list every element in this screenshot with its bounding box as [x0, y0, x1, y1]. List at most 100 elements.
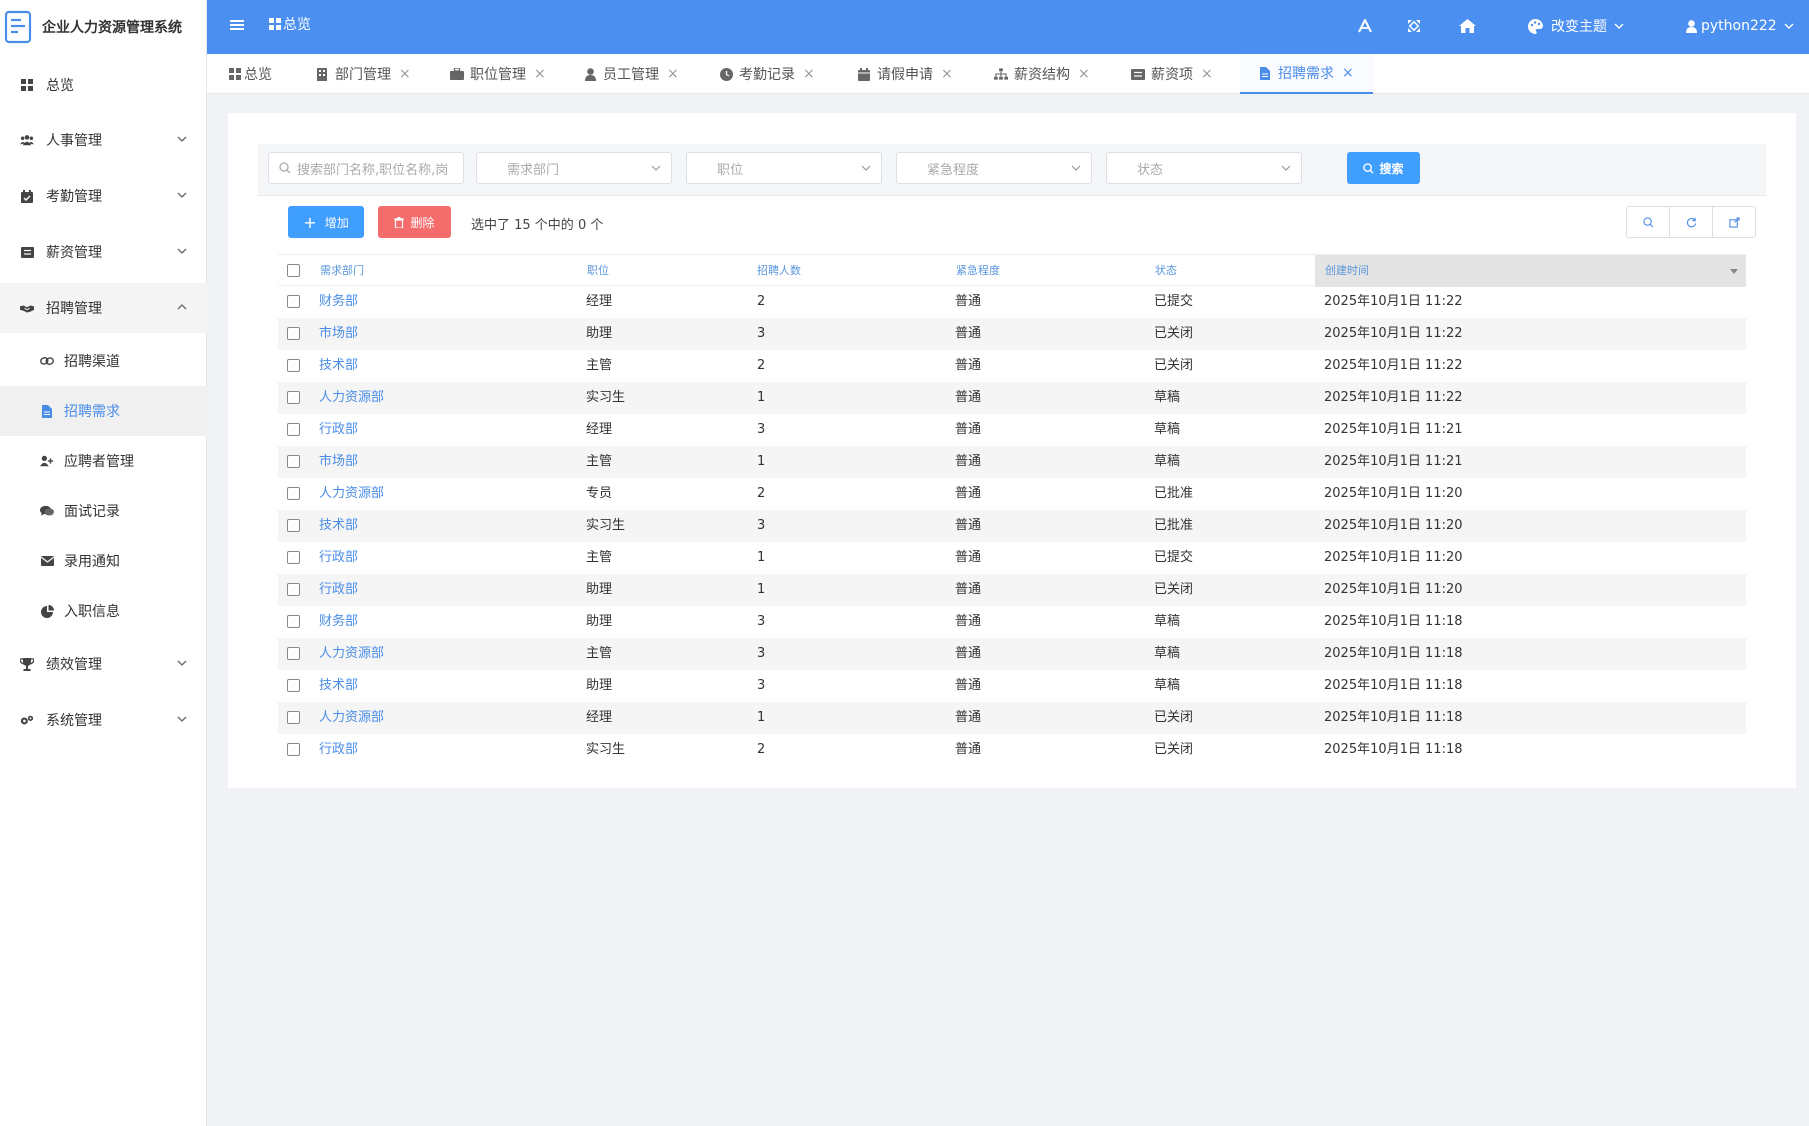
cell-department[interactable]: 行政部: [319, 574, 358, 606]
tab-salary-items[interactable]: 薪资项 ×: [1106, 54, 1213, 94]
change-theme-button[interactable]: 改变主题: [1528, 16, 1624, 36]
row-checkbox[interactable]: [287, 743, 300, 756]
row-checkbox[interactable]: [287, 615, 300, 628]
sidebar-subitem-recruitment-channels[interactable]: 招聘渠道: [0, 336, 207, 386]
tab-dashboard[interactable]: 总览: [207, 54, 272, 94]
cell-department[interactable]: 财务部: [319, 286, 358, 318]
tab-recruitment-demand[interactable]: 招聘需求 ×: [1240, 54, 1373, 94]
cell-department[interactable]: 行政部: [319, 542, 358, 574]
tab-close-icon[interactable]: ×: [399, 66, 411, 82]
search-input[interactable]: 搜索部门名称,职位名称,岗: [268, 152, 464, 184]
row-checkbox[interactable]: [287, 551, 300, 564]
row-checkbox[interactable]: [287, 679, 300, 692]
row-checkbox[interactable]: [287, 647, 300, 660]
column-header-status[interactable]: 状态: [1155, 255, 1295, 287]
tab-departments[interactable]: 部门管理 ×: [290, 54, 411, 94]
sidebar-subitem-recruitment-demand[interactable]: 招聘需求: [0, 386, 207, 436]
cell-department[interactable]: 行政部: [319, 734, 358, 766]
cell-department[interactable]: 行政部: [319, 414, 358, 446]
department-select[interactable]: 需求部门: [476, 152, 672, 184]
tab-close-icon[interactable]: ×: [534, 66, 546, 82]
refresh-button[interactable]: [1670, 207, 1713, 237]
tab-salary-structure[interactable]: 薪资结构 ×: [969, 54, 1090, 94]
tab-leave-requests[interactable]: 请假申请 ×: [832, 54, 953, 94]
status-select[interactable]: 状态: [1106, 152, 1302, 184]
column-header-department[interactable]: 需求部门: [320, 255, 560, 287]
menu-toggle-icon[interactable]: [229, 17, 245, 33]
cell-department[interactable]: 人力资源部: [319, 478, 384, 510]
sidebar-item-salary[interactable]: 薪资管理: [0, 227, 207, 277]
sidebar-item-performance[interactable]: 绩效管理: [0, 639, 207, 689]
home-button[interactable]: [1459, 16, 1476, 36]
column-header-position[interactable]: 职位: [587, 255, 727, 287]
position-select[interactable]: 职位: [686, 152, 882, 184]
row-checkbox[interactable]: [287, 711, 300, 724]
cell-department[interactable]: 市场部: [319, 446, 358, 478]
tab-close-icon[interactable]: ×: [1342, 65, 1354, 81]
fullscreen-button[interactable]: [1407, 16, 1421, 36]
column-header-urgency[interactable]: 紧急程度: [956, 255, 1116, 287]
row-checkbox[interactable]: [287, 583, 300, 596]
column-header-headcount[interactable]: 招聘人数: [757, 255, 917, 287]
select-all-checkbox[interactable]: [287, 264, 300, 277]
calendar-icon: [857, 67, 871, 81]
sidebar-item-recruitment[interactable]: 招聘管理: [0, 283, 207, 333]
cell-department[interactable]: 技术部: [319, 670, 358, 702]
tab-close-icon[interactable]: ×: [1201, 66, 1213, 82]
tab-employees[interactable]: 员工管理 ×: [558, 54, 679, 94]
tab-close-icon[interactable]: ×: [941, 66, 953, 82]
tab-attendance-records[interactable]: 考勤记录 ×: [694, 54, 815, 94]
cell-department[interactable]: 技术部: [319, 510, 358, 542]
cell-urgency: 普通: [955, 358, 982, 373]
cell-urgency: 普通: [955, 614, 982, 629]
column-header-created-time[interactable]: 创建时间: [1315, 255, 1746, 287]
tab-label: 招聘需求: [1278, 66, 1334, 82]
table-row: 财务部 经理 2 普通 已提交 2025年10月1日 11:22: [278, 286, 1746, 318]
search-button[interactable]: 搜索: [1347, 152, 1420, 184]
table-tools: [1626, 206, 1756, 238]
row-checkbox[interactable]: [287, 455, 300, 468]
cell-position: 助理: [586, 582, 613, 597]
row-checkbox[interactable]: [287, 391, 300, 404]
sidebar-subitem-onboarding[interactable]: 入职信息: [0, 586, 207, 636]
cell-created-time: 2025年10月1日 11:18: [1324, 614, 1463, 629]
cell-department[interactable]: 人力资源部: [319, 382, 384, 414]
sidebar-item-attendance[interactable]: 考勤管理: [0, 171, 207, 221]
font-size-button[interactable]: [1358, 16, 1372, 36]
cell-department[interactable]: 人力资源部: [319, 702, 384, 734]
row-checkbox[interactable]: [287, 327, 300, 340]
cell-status: 已关闭: [1154, 358, 1194, 373]
sidebar-item-dashboard[interactable]: 总览: [0, 60, 207, 110]
sidebar-item-system[interactable]: 系统管理: [0, 695, 207, 745]
row-checkbox[interactable]: [287, 359, 300, 372]
cell-department[interactable]: 市场部: [319, 318, 358, 350]
table-search-button[interactable]: [1627, 207, 1670, 237]
row-checkbox[interactable]: [287, 295, 300, 308]
tab-close-icon[interactable]: ×: [1078, 66, 1090, 82]
table-row: 技术部 助理 3 普通 草稿 2025年10月1日 11:18: [278, 670, 1746, 702]
row-checkbox[interactable]: [287, 519, 300, 532]
sidebar-subitem-applicants[interactable]: 应聘者管理: [0, 436, 207, 486]
chevron-down-icon: [1071, 165, 1081, 171]
urgency-select[interactable]: 紧急程度: [896, 152, 1092, 184]
cell-department[interactable]: 财务部: [319, 606, 358, 638]
delete-button[interactable]: 删除: [378, 206, 451, 238]
cell-department[interactable]: 技术部: [319, 350, 358, 382]
tab-close-icon[interactable]: ×: [803, 66, 815, 82]
cell-department[interactable]: 人力资源部: [319, 638, 384, 670]
cell-status: 已关闭: [1154, 582, 1194, 597]
sidebar-subitem-offers[interactable]: 录用通知: [0, 536, 207, 586]
cell-position: 经理: [586, 422, 613, 437]
tab-close-icon[interactable]: ×: [667, 66, 679, 82]
row-checkbox[interactable]: [287, 487, 300, 500]
row-checkbox[interactable]: [287, 423, 300, 436]
add-button[interactable]: + 增加: [288, 206, 364, 238]
cell-headcount: 3: [757, 326, 766, 341]
breadcrumb[interactable]: 总览: [269, 14, 311, 34]
sidebar-item-personnel[interactable]: 人事管理: [0, 115, 207, 165]
tab-positions[interactable]: 职位管理 ×: [425, 54, 546, 94]
sidebar-subitem-interviews[interactable]: 面试记录: [0, 486, 207, 536]
cell-status: 草稿: [1154, 678, 1181, 693]
export-button[interactable]: [1713, 207, 1755, 237]
user-menu[interactable]: python222: [1686, 16, 1794, 36]
